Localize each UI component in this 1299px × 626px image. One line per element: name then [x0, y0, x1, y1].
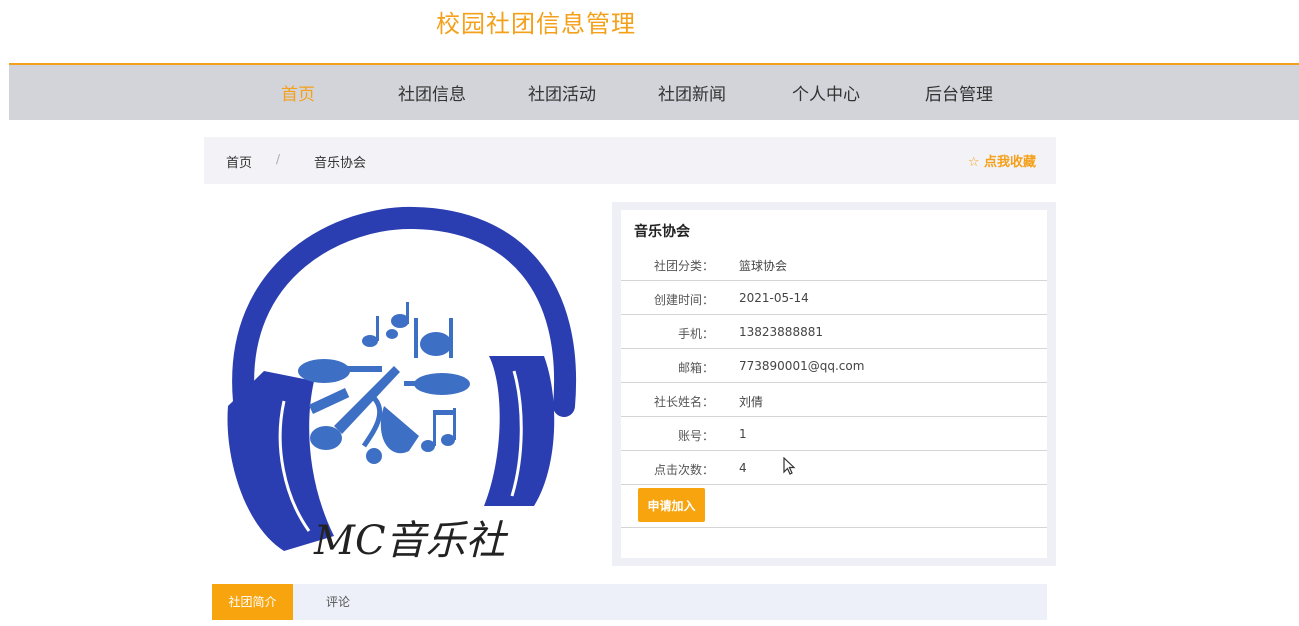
detail-tabs: 社团简介 评论 — [212, 584, 1047, 620]
logo-text: MC音乐社 — [313, 518, 509, 564]
site-title: 校园社团信息管理 — [436, 10, 636, 38]
label-phone: 手机： — [677, 327, 714, 341]
main-navbar: 首页 社团信息 社团活动 社团新闻 个人中心 后台管理 — [9, 63, 1299, 120]
nav-club-news[interactable]: 社团新闻 — [658, 80, 726, 105]
favorite-button[interactable]: ☆ 点我收藏 — [968, 151, 1036, 170]
tab-club-intro[interactable]: 社团简介 — [212, 584, 293, 620]
label-clicks: 点击次数： — [653, 463, 714, 477]
value-account: 1 — [739, 427, 747, 441]
value-phone: 13823888881 — [739, 325, 823, 339]
nav-personal-center[interactable]: 个人中心 — [792, 80, 860, 105]
label-created: 创建时间： — [653, 293, 714, 307]
tab-comments[interactable]: 评论 — [308, 584, 368, 620]
value-created: 2021-05-14 — [739, 291, 809, 305]
nav-club-info[interactable]: 社团信息 — [398, 80, 466, 105]
info-row-created: 创建时间： 2021-05-14 — [621, 281, 1047, 315]
label-email: 邮箱： — [677, 361, 714, 375]
nav-home[interactable]: 首页 — [281, 80, 315, 105]
breadcrumb-separator: / — [276, 152, 281, 166]
breadcrumb-current: 音乐协会 — [314, 156, 367, 171]
value-email: 773890001@qq.com — [739, 359, 865, 373]
info-row-email: 邮箱： 773890001@qq.com — [621, 349, 1047, 383]
join-row-divider — [621, 494, 1047, 528]
breadcrumb-home[interactable]: 首页 — [226, 152, 252, 171]
nav-club-activities[interactable]: 社团活动 — [528, 80, 596, 105]
info-row-president: 社长姓名： 刘倩 — [621, 383, 1047, 417]
info-row-category: 社团分类： 篮球协会 — [621, 247, 1047, 281]
club-info-card: 音乐协会 社团分类： 篮球协会 创建时间： 2021-05-14 手机： 138… — [621, 210, 1047, 558]
club-logo-image: MC音乐社 — [214, 206, 598, 568]
headphones-music-icon: MC音乐社 — [227, 206, 577, 564]
breadcrumb: 首页 / 音乐协会 ☆ 点我收藏 — [204, 137, 1056, 184]
club-info-panel: 音乐协会 社团分类： 篮球协会 创建时间： 2021-05-14 手机： 138… — [612, 202, 1056, 566]
label-president: 社长姓名： — [653, 395, 714, 409]
info-row-phone: 手机： 13823888881 — [621, 315, 1047, 349]
label-category: 社团分类： — [653, 259, 714, 273]
label-account: 账号： — [677, 429, 714, 443]
value-clicks: 4 — [739, 461, 747, 475]
value-category: 篮球协会 — [739, 259, 788, 273]
info-row-clicks: 点击次数： 4 — [621, 451, 1047, 485]
value-president: 刘倩 — [739, 395, 764, 409]
info-row-account: 账号： 1 — [621, 417, 1047, 451]
club-name: 音乐协会 — [634, 224, 690, 240]
nav-admin[interactable]: 后台管理 — [925, 80, 993, 105]
mouse-cursor-icon — [783, 457, 796, 475]
